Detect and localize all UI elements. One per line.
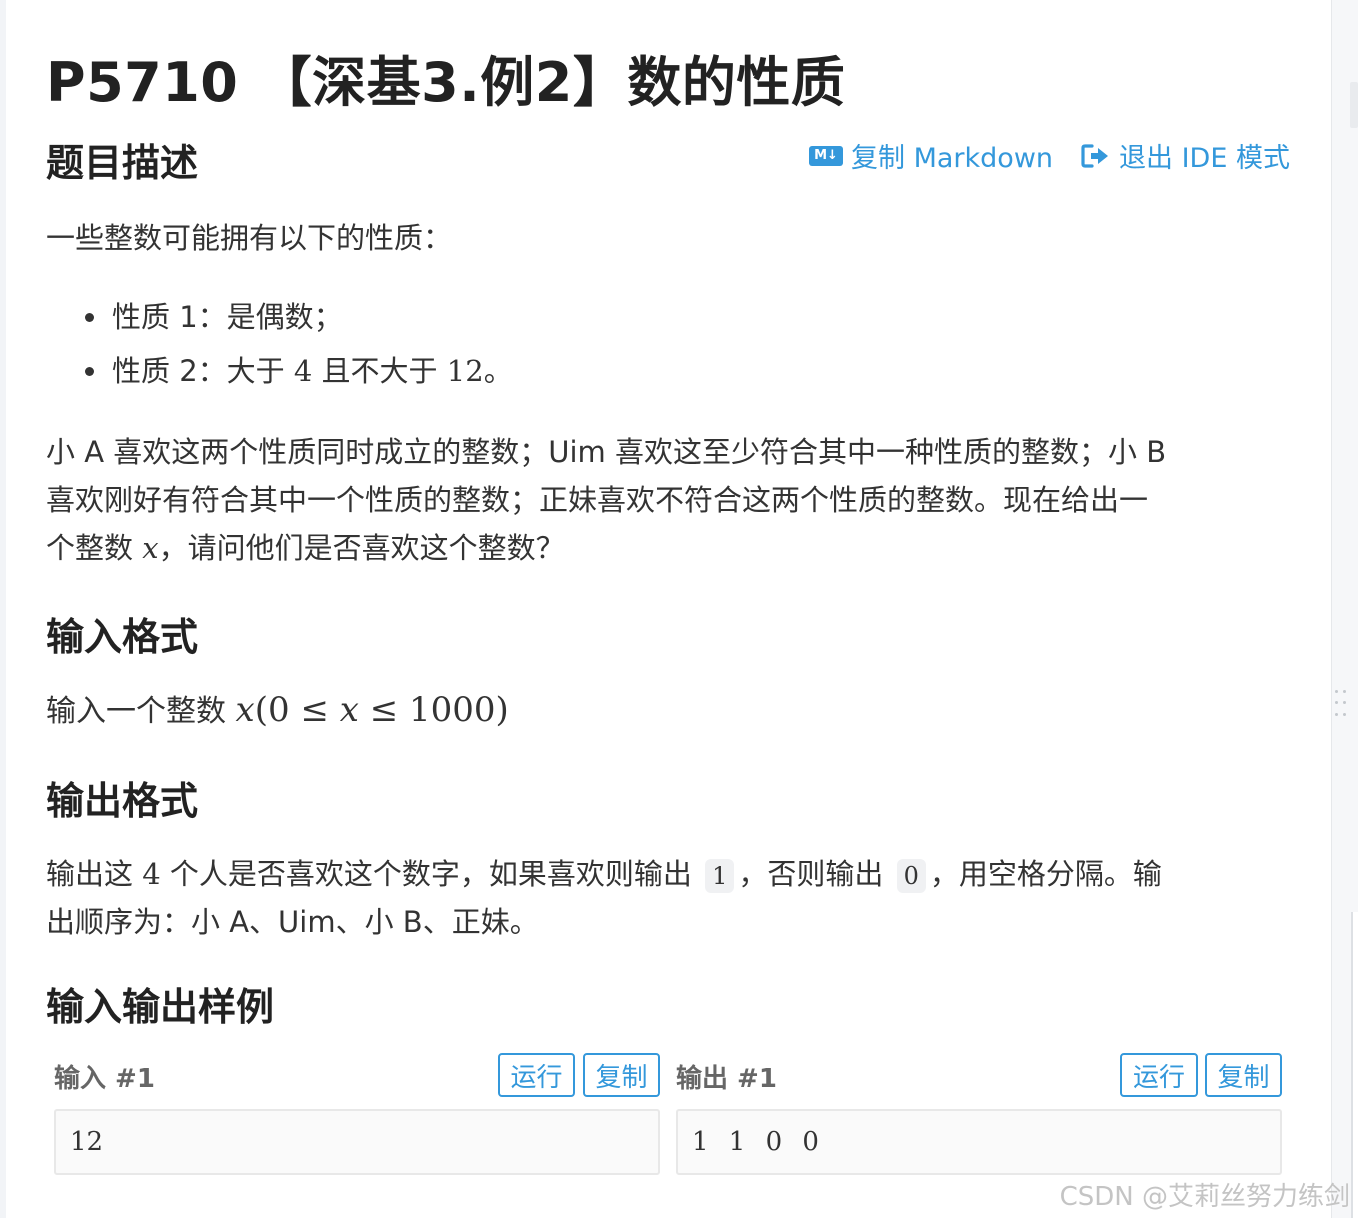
sample-input-box[interactable]: 12 [54,1109,660,1175]
description-heading: 题目描述 [46,141,199,185]
list-item: 性质 1：是偶数； [110,290,513,344]
input-format-text: 输入一个整数 x(0 ≤ x ≤ 1000) [46,690,509,730]
description-body: 小 A 喜欢这两个性质同时成立的整数；Uim 喜欢这至少符合其中一种性质的整数；… [46,435,1167,565]
toolbar: M↓ 复制 Markdown 退出 IDE 模式 [809,136,1290,175]
watermark: CSDN @艾莉丝努力练剑 [1059,1182,1350,1212]
run-input-button[interactable]: 运行 [498,1053,575,1097]
copy-markdown-button[interactable]: M↓ 复制 Markdown [809,136,1053,175]
description-intro: 一些整数可能拥有以下的性质： [46,221,453,255]
problem-title: P5710 【深基3.例2】数的性质 [46,51,846,114]
scrollbar-track[interactable] [1351,912,1358,1218]
inline-code: 0 [896,859,926,893]
exit-ide-label: 退出 IDE 模式 [1119,143,1290,174]
drag-handle-icon[interactable] [1335,690,1349,720]
output-format-heading: 输出格式 [46,779,199,823]
copy-input-button[interactable]: 复制 [583,1053,660,1097]
sample-output-label: 输出 #1 [676,1064,777,1094]
exit-ide-button[interactable]: 退出 IDE 模式 [1081,136,1290,175]
problem-panel [6,0,1331,1218]
scrollbar-thumb[interactable] [1350,82,1358,128]
run-output-button[interactable]: 运行 [1120,1053,1198,1097]
copy-output-button[interactable]: 复制 [1205,1053,1282,1097]
sign-out-icon [1081,143,1109,168]
markdown-icon: M↓ [809,145,843,166]
output-format-text: 输出这 4 个人是否喜欢这个数字，如果喜欢则输出 1 ，否则输出 0 ，用空格分隔。… [46,857,1162,939]
inline-code: 1 [705,859,735,893]
samples-heading: 输入输出样例 [46,985,275,1029]
property-list: 性质 1：是偶数； 性质 2：大于 4 且不大于 12。 [46,290,513,398]
sample-output-box[interactable]: 1 1 0 0 [676,1109,1282,1175]
sample-input-label: 输入 #1 [54,1064,155,1094]
copy-markdown-label: 复制 Markdown [851,143,1054,174]
list-item: 性质 2：大于 4 且不大于 12。 [110,344,513,398]
input-format-heading: 输入格式 [46,615,199,659]
